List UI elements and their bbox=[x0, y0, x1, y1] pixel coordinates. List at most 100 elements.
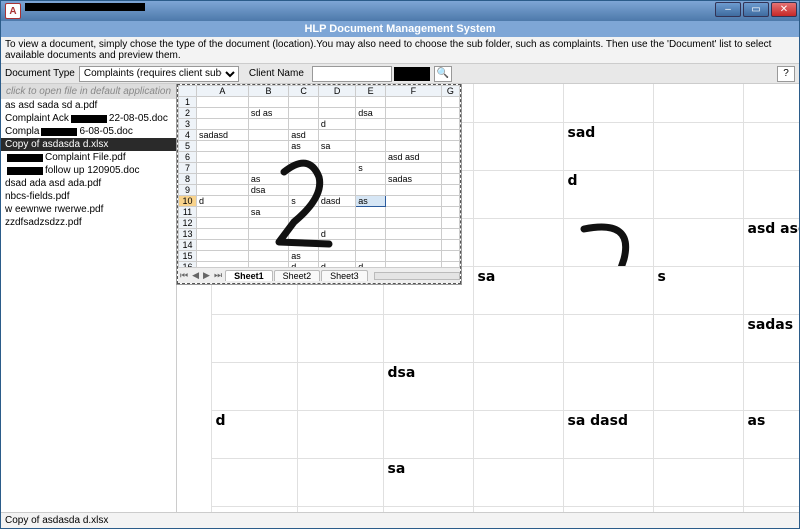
doc-type-select[interactable]: Complaints (requires client sub-folder) bbox=[79, 66, 239, 82]
search-icon[interactable]: 🔍 bbox=[434, 66, 452, 82]
cell[interactable]: asd bbox=[289, 130, 319, 141]
col-header[interactable]: G bbox=[441, 86, 459, 97]
cell[interactable] bbox=[386, 141, 442, 152]
cell[interactable] bbox=[289, 163, 319, 174]
sidebar-item[interactable]: dsad ada asd ada.pdf bbox=[1, 177, 176, 190]
cell[interactable] bbox=[289, 174, 319, 185]
sheet-tab[interactable]: Sheet2 bbox=[274, 270, 321, 281]
cell[interactable] bbox=[248, 251, 288, 262]
cell[interactable] bbox=[441, 163, 459, 174]
cell[interactable] bbox=[197, 119, 249, 130]
cell[interactable] bbox=[289, 108, 319, 119]
cell[interactable] bbox=[356, 130, 386, 141]
cell[interactable] bbox=[356, 185, 386, 196]
cell[interactable]: sa bbox=[318, 141, 355, 152]
cell[interactable] bbox=[197, 207, 249, 218]
cell[interactable] bbox=[356, 207, 386, 218]
row-header[interactable]: 2 bbox=[179, 108, 197, 119]
cell[interactable] bbox=[441, 185, 459, 196]
sidebar-item[interactable]: Complaint Ack22-08-05.doc bbox=[1, 112, 176, 125]
cell[interactable] bbox=[441, 119, 459, 130]
cell[interactable] bbox=[318, 218, 355, 229]
sidebar-item[interactable]: nbcs-fields.pdf bbox=[1, 190, 176, 203]
cell[interactable]: d bbox=[289, 262, 319, 268]
cell[interactable] bbox=[289, 97, 319, 108]
sidebar-item[interactable]: as asd sada sd a.pdf bbox=[1, 99, 176, 112]
col-header[interactable]: A bbox=[197, 86, 249, 97]
close-button[interactable]: ✕ bbox=[771, 2, 797, 17]
cell[interactable] bbox=[289, 218, 319, 229]
cell[interactable] bbox=[441, 152, 459, 163]
cell[interactable] bbox=[248, 196, 288, 207]
cell[interactable] bbox=[386, 163, 442, 174]
cell[interactable] bbox=[289, 119, 319, 130]
cell[interactable] bbox=[197, 185, 249, 196]
cell[interactable] bbox=[248, 130, 288, 141]
cell[interactable] bbox=[356, 141, 386, 152]
cell[interactable] bbox=[386, 262, 442, 268]
sidebar-item[interactable]: Compla6-08-05.doc bbox=[1, 125, 176, 138]
sheet-nav-button[interactable]: ◀ bbox=[190, 270, 201, 281]
cell[interactable] bbox=[248, 262, 288, 268]
col-header[interactable]: D bbox=[318, 86, 355, 97]
cell[interactable]: d bbox=[197, 196, 249, 207]
cell[interactable]: s bbox=[289, 196, 319, 207]
cell[interactable] bbox=[318, 185, 355, 196]
cell[interactable] bbox=[318, 97, 355, 108]
cell[interactable]: dasd bbox=[318, 196, 355, 207]
col-header[interactable]: F bbox=[386, 86, 442, 97]
cell[interactable] bbox=[197, 218, 249, 229]
row-header[interactable]: 1 bbox=[179, 97, 197, 108]
row-header[interactable]: 9 bbox=[179, 185, 197, 196]
maximize-button[interactable]: ▭ bbox=[743, 2, 769, 17]
row-header[interactable]: 16 bbox=[179, 262, 197, 268]
cell[interactable]: d bbox=[318, 119, 355, 130]
cell[interactable] bbox=[386, 229, 442, 240]
cell[interactable] bbox=[356, 174, 386, 185]
row-header[interactable]: 8 bbox=[179, 174, 197, 185]
cell[interactable] bbox=[356, 119, 386, 130]
cell[interactable] bbox=[318, 108, 355, 119]
row-header[interactable]: 12 bbox=[179, 218, 197, 229]
cell[interactable] bbox=[248, 119, 288, 130]
sidebar-item[interactable]: Copy of asdasda d.xlsx bbox=[1, 138, 176, 151]
cell[interactable] bbox=[248, 97, 288, 108]
cell[interactable] bbox=[318, 152, 355, 163]
spreadsheet-popup[interactable]: ABCDEFG12sd asdsa3d4sadasdasd5assa6asd a… bbox=[177, 84, 461, 284]
row-header[interactable]: 7 bbox=[179, 163, 197, 174]
cell[interactable] bbox=[248, 141, 288, 152]
cell[interactable] bbox=[386, 251, 442, 262]
cell[interactable]: sd as bbox=[248, 108, 288, 119]
cell[interactable] bbox=[248, 240, 288, 251]
cell[interactable] bbox=[197, 174, 249, 185]
cell[interactable] bbox=[289, 240, 319, 251]
cell[interactable]: as bbox=[289, 251, 319, 262]
cell[interactable] bbox=[441, 229, 459, 240]
cell[interactable] bbox=[197, 262, 249, 268]
cell[interactable] bbox=[248, 218, 288, 229]
sheet-nav-button[interactable]: ▶ bbox=[201, 270, 212, 281]
cell[interactable] bbox=[386, 108, 442, 119]
sidebar-item[interactable]: w eewnwe rwerwe.pdf bbox=[1, 203, 176, 216]
cell[interactable] bbox=[318, 130, 355, 141]
cell[interactable] bbox=[318, 240, 355, 251]
cell[interactable] bbox=[441, 196, 459, 207]
cell[interactable]: as bbox=[356, 196, 386, 207]
cell[interactable] bbox=[289, 152, 319, 163]
cell[interactable] bbox=[441, 108, 459, 119]
cell[interactable] bbox=[248, 152, 288, 163]
cell[interactable] bbox=[441, 141, 459, 152]
cell[interactable] bbox=[441, 240, 459, 251]
row-header[interactable]: 3 bbox=[179, 119, 197, 130]
col-header[interactable]: E bbox=[356, 86, 386, 97]
sidebar-item[interactable]: follow up 120905.doc bbox=[1, 164, 176, 177]
sheet-nav-button[interactable]: ⏮ bbox=[178, 270, 190, 281]
cell[interactable] bbox=[197, 240, 249, 251]
cell[interactable] bbox=[386, 185, 442, 196]
cell[interactable] bbox=[356, 251, 386, 262]
cell[interactable] bbox=[386, 130, 442, 141]
cell[interactable] bbox=[386, 119, 442, 130]
cell[interactable] bbox=[386, 218, 442, 229]
row-header[interactable]: 15 bbox=[179, 251, 197, 262]
sidebar-item[interactable]: zzdfsadzsdzz.pdf bbox=[1, 216, 176, 229]
